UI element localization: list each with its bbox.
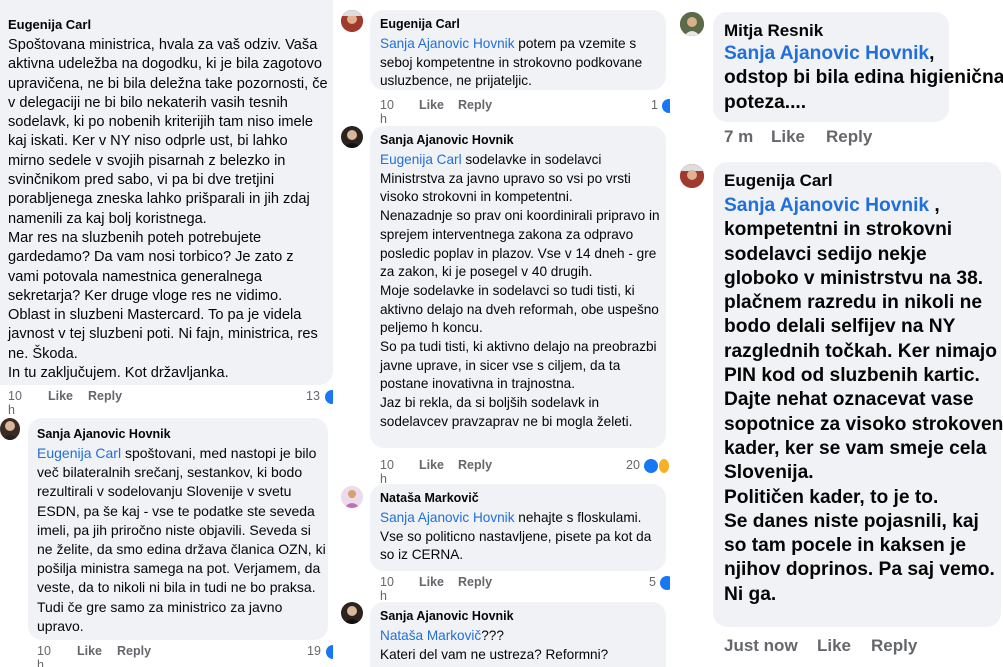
reaction-summary[interactable]: 13: [306, 389, 333, 404]
like-reaction-icon: [662, 98, 670, 113]
comments-column-3: Mitja Resnik Sanja Ajanovic Hovnik, odst…: [670, 0, 1003, 667]
avatar[interactable]: [680, 12, 704, 36]
mention-link[interactable]: Eugenija Carl: [37, 445, 121, 461]
like-reaction-icon: [644, 458, 659, 473]
reaction-count: 1: [651, 98, 658, 112]
comment-bubble: Eugenija Carl Sanja Ajanovic Hovnik , ko…: [713, 162, 1003, 627]
avatar[interactable]: [341, 10, 363, 32]
avatar[interactable]: [341, 126, 363, 148]
comment-time[interactable]: 10 h: [380, 98, 394, 126]
reply-button[interactable]: Reply: [88, 389, 122, 403]
reaction-summary[interactable]: 5: [649, 575, 670, 590]
reaction-count: 19: [307, 644, 321, 658]
like-button[interactable]: Like: [419, 575, 444, 589]
comment-author[interactable]: Eugenija Carl: [724, 171, 833, 191]
comment-author[interactable]: Nataša Markovič: [380, 491, 479, 505]
mention-link[interactable]: Sanja Ajanovic Hovnik: [724, 43, 929, 64]
reply-button[interactable]: Reply: [871, 636, 917, 656]
reply-button[interactable]: Reply: [458, 98, 492, 112]
avatar[interactable]: [0, 418, 20, 440]
comment-author[interactable]: Mitja Resnik: [724, 21, 823, 41]
comment-text: Eugenija Carl spoštovani, med nastopi je…: [37, 445, 326, 634]
comment-bubble: Sanja Ajanovic Hovnik Nataša Markovič???…: [370, 602, 666, 667]
reaction-count: 13: [306, 389, 320, 403]
comment-bubble: Mitja Resnik Sanja Ajanovic Hovnik, odst…: [713, 12, 1003, 122]
comment-text: Sanja Ajanovic Hovnik , kompetentni in s…: [724, 195, 1003, 605]
comment-author[interactable]: Eugenija Carl: [8, 17, 91, 32]
reaction-summary[interactable]: 1: [651, 98, 670, 113]
comment-author[interactable]: Eugenija Carl: [380, 17, 460, 31]
avatar[interactable]: [341, 602, 363, 624]
comment-text: Eugenija Carl sodelavke in sodelavci Min…: [380, 152, 660, 429]
like-reaction-icon: [325, 389, 333, 404]
like-reaction-icon: [326, 644, 333, 659]
mention-link[interactable]: Sanja Ajanovic Hovnik: [380, 510, 515, 525]
comment-time[interactable]: 10 h: [8, 389, 22, 417]
like-reaction-icon: [660, 575, 670, 590]
reply-button[interactable]: Reply: [117, 644, 151, 658]
comments-column-2: Eugenija Carl Sanja Ajanovic Hovnik pote…: [333, 0, 670, 667]
comment-text: Sanja Ajanovic Hovnik, odstop bi bila ed…: [724, 43, 1003, 113]
reply-button[interactable]: Reply: [458, 458, 492, 472]
comment-text: Nataša Markovič??? Kateri del vam ne ust…: [380, 628, 609, 662]
comment-time[interactable]: Just now: [724, 636, 798, 656]
comment-time[interactable]: 10 h: [380, 575, 394, 603]
comments-column-1: Eugenija Carl Spoštovana ministrica, hva…: [0, 0, 333, 667]
reply-button[interactable]: Reply: [826, 127, 872, 147]
reaction-count: 5: [649, 575, 656, 589]
like-button[interactable]: Like: [48, 389, 73, 403]
comment-author[interactable]: Sanja Ajanovic Hovnik: [380, 609, 514, 623]
comment-text: Sanja Ajanovic Hovnik nehajte s floskula…: [380, 510, 652, 563]
reaction-summary[interactable]: 20: [626, 458, 669, 473]
comment-author[interactable]: Sanja Ajanovic Hovnik: [380, 133, 514, 147]
avatar[interactable]: [680, 164, 704, 188]
comment-time[interactable]: 10 h: [380, 458, 394, 486]
haha-reaction-icon: [658, 458, 669, 473]
reaction-count: 20: [626, 458, 640, 472]
reply-button[interactable]: Reply: [458, 575, 492, 589]
comment-bubble: Eugenija Carl Spoštovana ministrica, hva…: [0, 0, 333, 385]
comment-time[interactable]: 10 h: [37, 644, 51, 667]
comment-bubble: Sanja Ajanovic Hovnik Eugenija Carl spoš…: [28, 418, 328, 640]
like-button[interactable]: Like: [419, 98, 444, 112]
comment-bubble: Sanja Ajanovic Hovnik Eugenija Carl sode…: [370, 126, 666, 448]
comment-time[interactable]: 7 m: [724, 127, 753, 147]
comment-text: Spoštovana ministrica, hvala za vaš odzi…: [8, 37, 328, 382]
like-button[interactable]: Like: [771, 127, 805, 147]
avatar[interactable]: [341, 486, 363, 508]
comment-bubble: Eugenija Carl Sanja Ajanovic Hovnik pote…: [370, 10, 666, 90]
reaction-summary[interactable]: 19: [307, 644, 333, 659]
like-button[interactable]: Like: [77, 644, 102, 658]
mention-link[interactable]: Sanja Ajanovic Hovnik: [380, 36, 515, 51]
comment-text: Sanja Ajanovic Hovnik potem pa vzemite s…: [380, 36, 643, 89]
mention-link[interactable]: Sanja Ajanovic Hovnik: [724, 195, 929, 216]
mention-link[interactable]: Nataša Markovič: [380, 628, 481, 643]
mention-link[interactable]: Eugenija Carl: [380, 152, 462, 167]
like-button[interactable]: Like: [419, 458, 444, 472]
comment-author[interactable]: Sanja Ajanovic Hovnik: [37, 427, 171, 441]
like-button[interactable]: Like: [817, 636, 851, 656]
comment-bubble: Nataša Markovič Sanja Ajanovic Hovnik ne…: [370, 484, 666, 571]
